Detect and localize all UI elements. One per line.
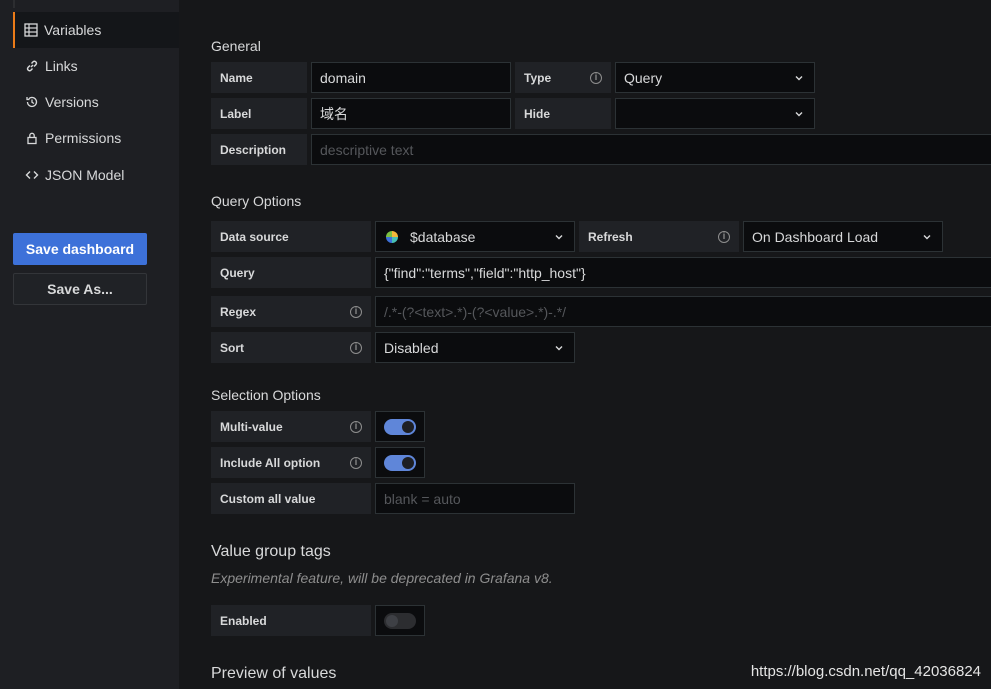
label-label-text: Label [220,106,252,121]
name-label-text: Name [220,70,253,85]
include-all-label-text: Include All option [220,455,321,470]
sort-label-text: Sort [220,340,244,355]
sort-select[interactable]: Disabled [375,332,575,363]
label-label: Label [211,98,307,129]
chevron-down-icon [794,73,804,83]
description-label-text: Description [220,142,287,157]
custom-all-label-text: Custom all value [220,491,316,506]
sidebar-item-label: Permissions [45,130,122,146]
sort-select-value: Disabled [384,339,439,356]
name-input[interactable]: domain [311,62,511,93]
enabled-label-text: Enabled [220,613,267,628]
regex-label-text: Regex [220,304,257,319]
sidebar-item-links[interactable]: Links [13,48,179,84]
chevron-down-icon [922,232,932,242]
datasource-label-text: Data source [220,229,289,244]
elasticsearch-icon [386,230,398,243]
save-as-button[interactable]: Save As... [13,273,147,305]
general-section-title: General [211,38,261,54]
chevron-down-icon [554,343,564,353]
regex-input[interactable]: /.*-(?<text>.*)-(?<value>.*)-.*/ [375,296,991,327]
code-icon [25,168,39,182]
include-all-toggle [384,454,416,471]
datasource-select-content: $database [384,229,475,245]
variables-icon [24,23,38,37]
sidebar-item-json-model[interactable]: JSON Model [13,157,179,193]
hide-select[interactable] [615,98,815,129]
refresh-select-value: On Dashboard Load [752,228,879,245]
include-all-label: Include All option i [211,447,371,478]
sidebar-item-label: Versions [45,94,99,110]
settings-sidebar: Variables Links Versions Permissions JSO… [0,0,179,689]
preview-values-title: Preview of values [211,665,337,682]
hide-label-text: Hide [524,106,551,121]
query-input[interactable]: {"find":"terms","field":"http_host"} [375,257,991,288]
name-label: Name [211,62,307,93]
sidebar-item-variables[interactable]: Variables [13,12,179,48]
link-icon [25,59,39,73]
info-icon[interactable]: i [590,71,602,84]
multi-value-label: Multi-value i [211,411,371,442]
info-icon[interactable]: i [350,456,362,469]
refresh-select[interactable]: On Dashboard Load [743,221,943,252]
enabled-label: Enabled [211,605,371,636]
description-input[interactable]: descriptive text [311,134,991,165]
save-dashboard-button[interactable]: Save dashboard [13,233,147,265]
datasource-select[interactable]: $database [375,221,575,252]
hide-label: Hide [515,98,611,129]
chevron-down-icon [794,109,804,119]
refresh-label-text: Refresh [588,229,633,244]
value-group-tags-note: Experimental feature, will be deprecated… [211,570,553,586]
type-label-text: Type [524,70,552,85]
custom-all-label: Custom all value [211,483,371,514]
history-icon [25,95,39,109]
multi-value-label-text: Multi-value [220,419,283,434]
sidebar-item-versions[interactable]: Versions [13,84,179,120]
info-icon[interactable]: i [718,230,730,243]
enabled-switch[interactable] [375,605,425,636]
sidebar-item-label: Links [45,58,78,74]
sidebar-item-label: JSON Model [45,167,125,183]
info-icon[interactable]: i [350,341,362,354]
chevron-down-icon [554,232,564,242]
info-icon[interactable]: i [350,305,362,318]
value-group-tags-title: Value group tags [211,543,331,560]
regex-label: Regex i [211,296,371,327]
multi-value-toggle [384,418,416,435]
query-label: Query [211,257,371,288]
sidebar-previous-item-edge [13,0,179,8]
type-select-value: Query [624,69,663,86]
custom-all-input[interactable]: blank = auto [375,483,575,514]
selection-options-section-title: Selection Options [211,387,321,403]
toggle-knob [402,420,414,433]
datasource-select-value: $database [410,228,476,245]
type-label: Type i [515,62,611,93]
toggle-knob [386,614,398,627]
sidebar-item-label: Variables [44,22,102,38]
query-label-text: Query [220,265,255,280]
type-select[interactable]: Query [615,62,815,93]
datasource-label: Data source [211,221,371,252]
toggle-knob [402,456,414,469]
enabled-toggle [384,612,416,629]
query-options-section-title: Query Options [211,193,302,209]
sort-label: Sort i [211,332,371,363]
multi-value-switch[interactable] [375,411,425,442]
watermark-text: https://blog.csdn.net/qq_42036824 [750,663,981,680]
include-all-switch[interactable] [375,447,425,478]
description-label: Description [211,134,307,165]
label-input[interactable]: 域名 [311,98,511,129]
info-icon[interactable]: i [350,420,362,433]
sidebar-item-permissions[interactable]: Permissions [13,120,179,156]
lock-icon [25,131,39,145]
refresh-label: Refresh i [579,221,739,252]
